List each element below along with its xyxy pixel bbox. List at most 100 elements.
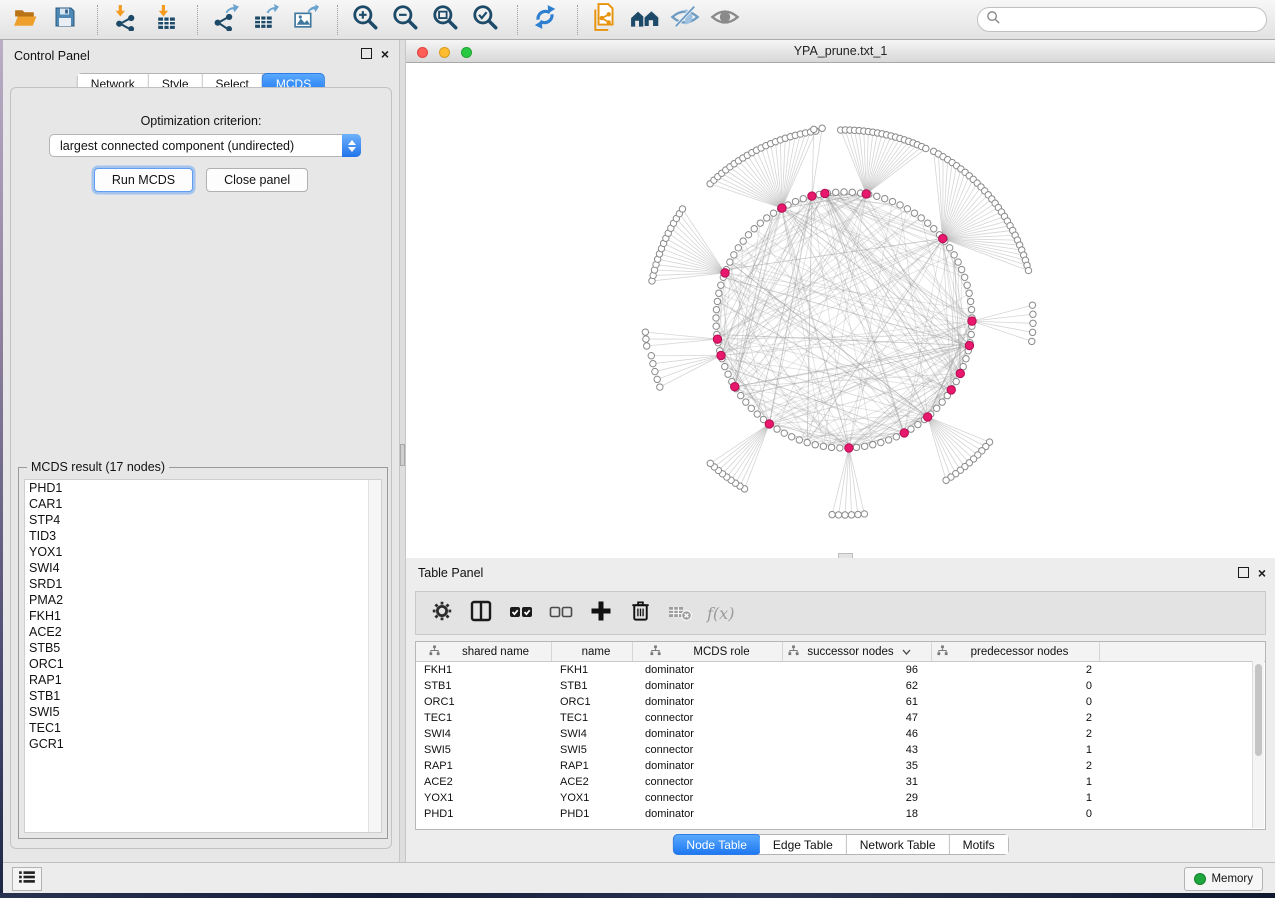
network-node[interactable] [870,442,876,448]
network-hub-node[interactable] [956,369,964,377]
network-node[interactable] [1030,311,1036,317]
network-node[interactable] [951,252,957,258]
network-hub-node[interactable] [845,444,853,452]
mcds-result-item[interactable]: TEC1 [25,720,381,736]
memory-button[interactable]: Memory [1184,867,1263,891]
network-node[interactable] [889,198,895,204]
table-mode-gear-icon[interactable] [430,599,454,628]
apply-layout-button[interactable] [528,3,562,37]
table-row[interactable]: SWI4SWI4dominator462 [416,726,1265,742]
float-panel-icon[interactable] [361,48,372,59]
network-node[interactable] [961,274,967,280]
network-hub-node[interactable] [808,192,816,200]
import-network-button[interactable] [108,3,142,37]
network-node[interactable] [931,226,937,232]
network-node[interactable] [861,443,867,449]
mcds-result-item[interactable]: SRD1 [25,576,381,592]
select-all-icon[interactable] [508,598,534,629]
network-node[interactable] [713,315,719,321]
network-node[interactable] [874,193,880,199]
network-node[interactable] [644,343,650,349]
network-node[interactable] [650,360,656,366]
network-node[interactable] [828,444,834,450]
network-node[interactable] [722,363,728,369]
panel-splitter[interactable] [399,40,406,862]
import-table-button[interactable] [148,3,182,37]
network-node[interactable] [964,282,970,288]
mcds-result-item[interactable]: ACE2 [25,624,381,640]
tab-node-table[interactable]: Node Table [672,834,761,855]
network-node[interactable] [939,399,945,405]
network-node[interactable] [714,298,720,304]
network-node[interactable] [796,437,802,443]
tab-edge-table[interactable]: Edge Table [760,835,847,854]
network-node[interactable] [727,259,733,265]
network-node[interactable] [654,376,660,382]
zoom-selected-button[interactable] [468,3,502,37]
open-session-button[interactable] [8,3,42,37]
table-row[interactable]: ACE2ACE2connector311 [416,774,1265,790]
column-header-name[interactable]: name [552,642,633,661]
network-node[interactable] [725,371,731,377]
mcds-result-item[interactable]: TID3 [25,528,381,544]
network-node[interactable] [819,125,825,131]
export-table-button[interactable] [248,3,282,37]
network-node[interactable] [788,434,794,440]
table-row[interactable]: ORC1ORC1dominator610 [416,694,1265,710]
table-row[interactable]: YOX1YOX1connector291 [416,790,1265,806]
network-node[interactable] [648,353,654,359]
network-node[interactable] [800,195,806,201]
network-view-canvas[interactable] [406,63,1275,558]
network-node[interactable] [953,378,959,384]
network-node[interactable] [1029,329,1035,335]
network-node[interactable] [748,405,754,411]
column-header-successor-nodes[interactable]: successor nodes [783,642,932,661]
mcds-result-item[interactable]: SWI5 [25,704,381,720]
network-node[interactable] [751,226,757,232]
network-node[interactable] [770,210,776,216]
network-hub-node[interactable] [968,317,976,325]
network-node[interactable] [837,445,843,451]
network-node[interactable] [967,298,973,304]
network-node[interactable] [943,477,949,483]
network-node[interactable] [792,198,798,204]
network-node[interactable] [842,512,848,518]
float-table-panel-icon[interactable] [1238,567,1249,578]
network-node[interactable] [643,336,649,342]
network-node[interactable] [707,460,713,466]
export-image-button[interactable] [288,3,322,37]
table-row[interactable]: PHD1PHD1dominator180 [416,806,1265,822]
mcds-result-item[interactable]: PHD1 [25,480,381,496]
network-node[interactable] [841,189,847,195]
mcds-result-item[interactable]: STB5 [25,640,381,656]
network-node[interactable] [731,252,737,258]
network-node[interactable] [893,434,899,440]
mcds-result-item[interactable]: STB1 [25,688,381,704]
network-node[interactable] [713,323,719,329]
table-row[interactable]: RAP1RAP1dominator352 [416,758,1265,774]
network-node[interactable] [966,290,972,296]
network-node[interactable] [908,426,914,432]
show-all-button[interactable] [708,3,742,37]
network-node[interactable] [743,399,749,405]
show-panels-button[interactable] [12,867,42,891]
table-row[interactable]: TEC1TEC1connector472 [416,710,1265,726]
network-hub-node[interactable] [765,420,773,428]
network-node[interactable] [745,232,751,238]
network-node[interactable] [1029,302,1035,308]
network-node[interactable] [835,512,841,518]
network-node[interactable] [642,329,648,335]
network-node[interactable] [1029,338,1035,344]
network-node[interactable] [904,206,910,212]
network-node[interactable] [861,511,867,517]
network-node[interactable] [923,145,929,151]
network-node[interactable] [1030,320,1036,326]
save-session-button[interactable] [48,3,82,37]
network-node[interactable] [878,439,884,445]
tab-network-table[interactable]: Network Table [847,835,950,854]
mcds-result-item[interactable]: STP4 [25,512,381,528]
column-header-predecessor-nodes[interactable]: predecessor nodes [932,642,1100,661]
column-header-mcds-role[interactable]: MCDS role [633,642,783,661]
network-node[interactable] [737,392,743,398]
zoom-in-button[interactable] [348,3,382,37]
